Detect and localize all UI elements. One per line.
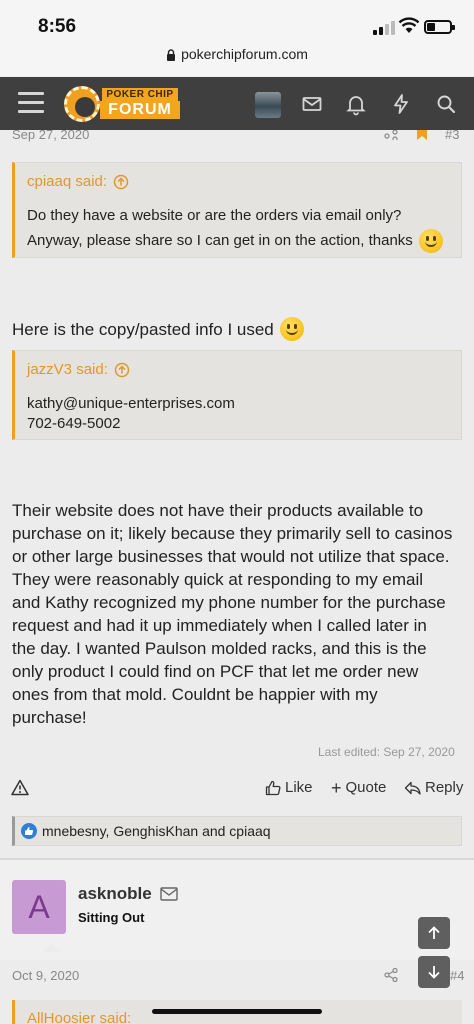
- message-icon[interactable]: [160, 887, 178, 901]
- signal-icon: [373, 21, 395, 35]
- wifi-icon: [398, 17, 420, 33]
- reply-button[interactable]: Reply: [404, 779, 463, 796]
- quote-line: Anyway, please share so I can get in on …: [27, 232, 413, 249]
- reactions-bar[interactable]: mnebesny, GenghisKhan and cpiaaq: [12, 816, 462, 846]
- post-author-block: [0, 860, 474, 960]
- url-text: pokerchipforum.com: [181, 46, 308, 62]
- post-number[interactable]: #4: [450, 968, 464, 983]
- arrow-up-circle-icon[interactable]: [113, 174, 129, 190]
- quote-author[interactable]: AllHoosier said:: [27, 1010, 131, 1024]
- inbox-icon[interactable]: [300, 92, 324, 116]
- author-title: Sitting Out: [78, 910, 145, 925]
- quote-author[interactable]: jazzV3 said:: [27, 361, 108, 378]
- quote-button[interactable]: + Quote: [331, 777, 386, 798]
- bolt-icon[interactable]: [389, 92, 413, 116]
- author-avatar[interactable]: A: [12, 880, 66, 934]
- quote-line: Do they have a website or are the orders…: [27, 207, 402, 224]
- bookmark-icon[interactable]: [416, 130, 428, 140]
- smile-emoji-icon: [279, 317, 304, 341]
- scroll-top-button[interactable]: [418, 917, 450, 949]
- arrow-up-icon: [428, 926, 440, 939]
- post-intro: Here is the copy/pasted info I used: [12, 317, 304, 341]
- quote-block: cpiaaq said: Do they have a website or a…: [12, 162, 462, 258]
- last-edited: Last edited: Sep 27, 2020: [318, 745, 455, 759]
- status-time: 8:56: [38, 16, 77, 37]
- lock-icon: [167, 49, 176, 62]
- post-number[interactable]: #3: [445, 127, 459, 142]
- scroll-bottom-button[interactable]: [418, 956, 450, 988]
- post-body: Their website does not have their produc…: [12, 501, 453, 727]
- quote-line: kathy@unique-enterprises.com: [27, 395, 235, 412]
- arrow-down-icon: [428, 966, 440, 979]
- like-reaction-icon: [21, 823, 37, 839]
- post-date[interactable]: Sep 27, 2020: [12, 127, 89, 142]
- share-icon[interactable]: [384, 130, 398, 140]
- author-username[interactable]: asknoble: [78, 884, 178, 904]
- status-bar: 8:56: [0, 0, 474, 46]
- search-icon[interactable]: [434, 92, 458, 116]
- post-date[interactable]: Oct 9, 2020: [12, 968, 79, 983]
- like-button[interactable]: Like: [265, 779, 313, 796]
- quote-block: jazzV3 said: kathy@unique-enterprises.co…: [12, 350, 462, 440]
- smile-emoji-icon: [418, 229, 443, 253]
- menu-icon[interactable]: [18, 92, 44, 114]
- thumbs-up-icon: [265, 780, 281, 795]
- author-arrow: [43, 944, 59, 952]
- user-avatar[interactable]: [255, 92, 281, 118]
- quote-line: 702-649-5002: [27, 415, 121, 432]
- plus-icon: +: [331, 777, 342, 798]
- bell-icon[interactable]: [344, 92, 368, 116]
- battery-icon: [424, 20, 455, 34]
- post-meta: Sep 27, 2020 #3: [0, 127, 474, 144]
- share-icon[interactable]: [384, 968, 398, 982]
- reply-icon: [404, 781, 421, 795]
- quote-author[interactable]: cpiaaq said:: [27, 173, 107, 190]
- home-indicator: [152, 1009, 322, 1014]
- reactions-users[interactable]: mnebesny, GenghisKhan and cpiaaq: [42, 823, 271, 839]
- address-bar[interactable]: pokerchipforum.com: [0, 46, 474, 76]
- arrow-up-circle-icon[interactable]: [114, 362, 130, 378]
- post-actions: Like + Quote Reply: [0, 776, 474, 800]
- report-warning-icon[interactable]: [11, 779, 29, 796]
- site-logo[interactable]: POKER CHIP FORUM: [64, 86, 180, 122]
